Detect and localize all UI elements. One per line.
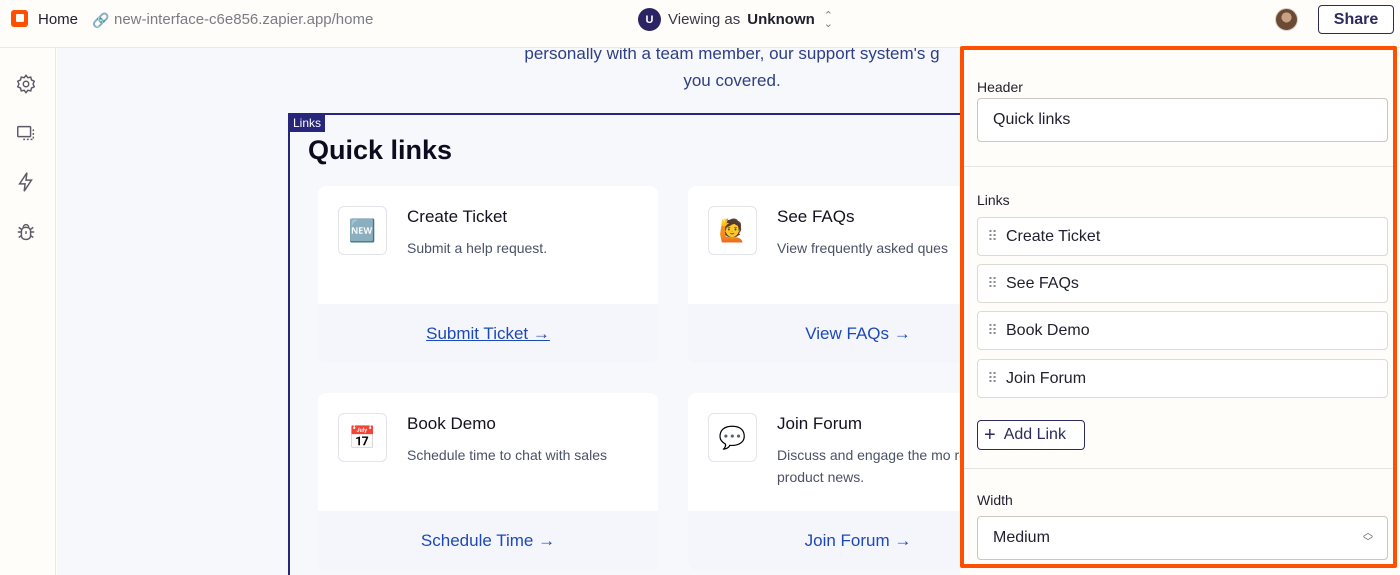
links-block[interactable]: Links Quick links 🆕 Create Ticket Submit… — [288, 113, 960, 575]
settings-panel: Header Links ⠿ Create Ticket ⠿ See FAQs … — [960, 46, 1397, 568]
link-list-item[interactable]: ⠿ See FAQs — [977, 264, 1388, 303]
link-item-label: Book Demo — [1006, 321, 1090, 339]
width-select[interactable]: Medium ︿ ﹀ — [977, 516, 1388, 560]
link-icon: 🔗 — [92, 12, 110, 28]
drag-handle-icon[interactable]: ⠿ — [978, 370, 1006, 387]
quick-links-title: Quick links — [308, 135, 453, 165]
card-cta-link[interactable]: Submit Ticket → — [426, 324, 550, 344]
link-card[interactable]: 🙋 See FAQs View frequently asked ques Vi… — [688, 186, 960, 363]
link-item-label: Create Ticket — [1006, 227, 1101, 245]
link-card[interactable]: 📅 Book Demo Schedule time to chat with s… — [318, 393, 658, 570]
link-card[interactable]: 💬 Join Forum Discuss and engage the mo r… — [688, 393, 960, 570]
plus-icon: + — [984, 424, 996, 446]
intro-line: you covered. — [683, 71, 781, 90]
settings-icon[interactable] — [14, 72, 38, 96]
add-link-button[interactable]: + Add Link — [977, 420, 1085, 450]
top-bar: Home 🔗 new-interface-c6e856.zapier.app/h… — [0, 0, 1400, 48]
card-footer: Submit Ticket → — [318, 304, 658, 363]
card-cta-link[interactable]: Schedule Time → — [421, 531, 555, 551]
viewing-user-avatar: U — [638, 8, 661, 31]
card-description: Submit a help request. — [407, 240, 548, 256]
chevron-updown-icon: ⌃ ⌄ — [823, 9, 833, 30]
speech-bubble-icon: 💬 — [708, 413, 757, 462]
user-avatar[interactable] — [1275, 8, 1298, 31]
page-canvas: personally with a team member, our suppo… — [57, 48, 960, 575]
card-description: Schedule time to chat with sales — [407, 447, 607, 463]
card-footer: Join Forum → — [688, 511, 960, 570]
card-footer: View FAQs → — [688, 304, 960, 363]
raising-hand-icon: 🙋 — [708, 206, 757, 255]
drag-handle-icon[interactable]: ⠿ — [978, 228, 1006, 245]
link-list-item[interactable]: ⠿ Create Ticket — [977, 217, 1388, 256]
drag-handle-icon[interactable]: ⠿ — [978, 322, 1006, 339]
header-field-label: Header — [977, 79, 1023, 95]
viewing-as-user: Unknown — [747, 11, 815, 28]
layout-icon[interactable] — [14, 121, 38, 145]
add-link-label: Add Link — [1003, 426, 1066, 443]
card-cta-link[interactable]: View FAQs → — [805, 324, 911, 344]
link-item-label: Join Forum — [1006, 369, 1087, 387]
width-select-value: Medium — [993, 529, 1050, 546]
link-list-item[interactable]: ⠿ Book Demo — [977, 311, 1388, 350]
calendar-icon: 📅 — [338, 413, 387, 462]
card-footer: Schedule Time → — [318, 511, 658, 570]
card-title: Join Forum — [777, 414, 863, 433]
card-description: View frequently asked ques — [777, 240, 948, 256]
debug-icon[interactable] — [14, 220, 38, 244]
intro-text: personally with a team member, our suppo… — [377, 48, 960, 94]
intro-line: personally with a team member, our suppo… — [524, 48, 940, 63]
header-input[interactable] — [977, 98, 1388, 142]
drag-handle-icon[interactable]: ⠿ — [978, 275, 1006, 292]
new-badge-icon: 🆕 — [338, 206, 387, 255]
width-field-label: Width — [977, 492, 1013, 508]
link-card[interactable]: 🆕 Create Ticket Submit a help request. S… — [318, 186, 658, 363]
card-description: Discuss and engage the mo recent product… — [777, 447, 960, 485]
viewing-as-label: Viewing as — [668, 11, 741, 28]
card-title: Create Ticket — [407, 207, 508, 226]
card-title: Book Demo — [407, 414, 496, 433]
page-name[interactable]: Home — [38, 11, 78, 28]
divider — [964, 166, 1393, 167]
app-logo-icon[interactable] — [11, 10, 28, 27]
card-cta-link[interactable]: Join Forum → — [805, 531, 912, 551]
link-list-item[interactable]: ⠿ Join Forum — [977, 359, 1388, 398]
app-url[interactable]: new-interface-c6e856.zapier.app/home — [114, 11, 373, 28]
share-button[interactable]: Share — [1318, 5, 1394, 34]
divider — [964, 468, 1393, 469]
links-field-label: Links — [977, 192, 1010, 208]
chevron-updown-icon: ︿ ﹀ — [1363, 528, 1373, 548]
component-tag: Links — [289, 114, 326, 132]
viewing-as-selector[interactable]: U Viewing as Unknown ⌃ ⌄ — [638, 8, 833, 31]
left-sidebar — [0, 48, 56, 575]
lightning-icon[interactable] — [14, 170, 38, 194]
link-item-label: See FAQs — [1006, 274, 1079, 292]
card-title: See FAQs — [777, 207, 855, 226]
